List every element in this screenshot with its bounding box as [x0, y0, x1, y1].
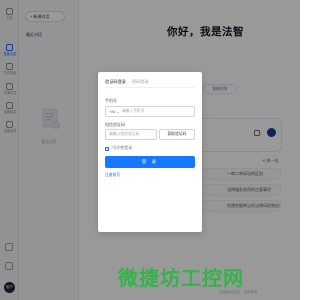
tab-divider: [105, 87, 195, 88]
phone-placeholder: 请输入手机号: [121, 109, 145, 113]
login-modal: 验证码登录 密码登录 手机号 +86 ⌄ 请输入手机号 短信验证码 请输入短信验…: [98, 72, 202, 232]
register-link[interactable]: 注册账号: [105, 173, 120, 178]
phone-label: 手机号: [105, 98, 117, 103]
app-root: 主页 智能问答 文件检索 法律问答 智能起草 智能合同 用户 + 新建对话 最近…: [0, 0, 300, 300]
remember-me[interactable]: ✓ 7天内免登录: [105, 146, 132, 151]
checkbox-checked-icon[interactable]: ✓: [105, 146, 109, 151]
remember-label: 7天内免登录: [111, 146, 133, 150]
login-button[interactable]: 登 录: [105, 156, 195, 168]
code-label: 短信验证码: [105, 122, 125, 127]
sms-code-field[interactable]: 请输入短信验证码: [105, 129, 157, 140]
sms-code-placeholder: 请输入短信验证码: [109, 132, 140, 136]
watermark-text: 微捷坊工控网: [118, 268, 244, 290]
get-code-button[interactable]: 获取验证码: [159, 129, 195, 140]
country-code-select[interactable]: +86 ⌄: [109, 109, 120, 114]
phone-field[interactable]: +86 ⌄ 请输入手机号: [105, 106, 195, 117]
